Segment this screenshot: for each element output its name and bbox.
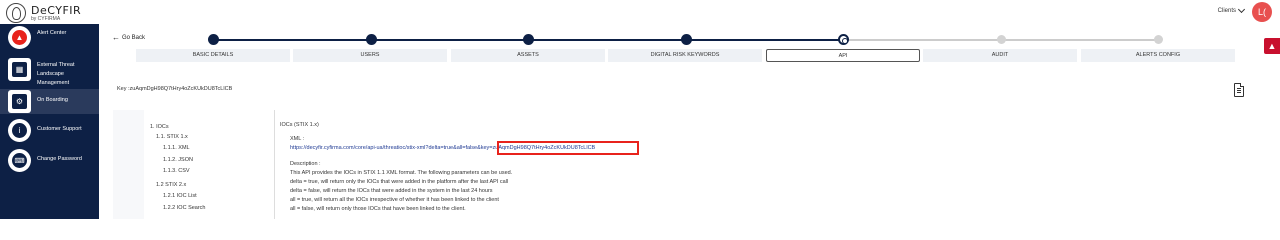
tree-item-iocs[interactable]: 1. IOCs bbox=[150, 124, 169, 130]
sidebar-item-onboarding[interactable]: ⚙ On Boarding bbox=[0, 89, 99, 114]
document-icon[interactable] bbox=[1234, 83, 1244, 97]
tab-assets[interactable]: ASSETS bbox=[451, 49, 605, 62]
tab-audit[interactable]: AUDIT bbox=[923, 49, 1077, 62]
brand-logo[interactable]: DeCYFIR by CYFIRMA bbox=[6, 3, 81, 23]
description-line: This API provides the IOCs in STIX 1.1 X… bbox=[290, 170, 513, 176]
clients-label: Clients bbox=[1217, 8, 1236, 14]
info-icon: i bbox=[8, 119, 31, 142]
api-tree: 1. IOCs 1.1. STIX 1.x 1.1.1. XML 1.1.2. … bbox=[144, 110, 274, 219]
go-back-button[interactable]: ← Go Back bbox=[112, 33, 145, 42]
alarm-bell-icon: ▲ bbox=[8, 26, 31, 49]
step-dot-audit[interactable] bbox=[997, 35, 1006, 44]
section-title: IOCs (STIX 1.x) bbox=[280, 122, 319, 128]
sidebar-item-label: External Threat Landscape Management bbox=[37, 62, 75, 86]
sidebar-item-label: Customer Support bbox=[37, 126, 82, 132]
tree-item-xml[interactable]: 1.1.1. XML bbox=[163, 145, 190, 151]
onboarding-icon: ⚙ bbox=[8, 90, 31, 113]
step-dot-users[interactable] bbox=[366, 34, 377, 45]
clients-dropdown[interactable]: Clients bbox=[1217, 5, 1246, 14]
keyboard-icon: ⌨ bbox=[8, 149, 31, 172]
tab-basic-details[interactable]: BASIC DETAILS bbox=[136, 49, 290, 62]
go-back-label: Go Back bbox=[122, 34, 146, 41]
sidebar-item-change-password[interactable]: ⌨ Change Password bbox=[0, 148, 99, 174]
api-key-text: Key :zuAqmDgH98Q7tHry4oZcKUkDU8TcLlCB bbox=[117, 86, 233, 92]
sidebar-item-label: Change Password bbox=[37, 156, 82, 162]
step-dot-digital-risk[interactable] bbox=[681, 34, 692, 45]
tree-item-stix2[interactable]: 1.2 STIX 2.x bbox=[156, 182, 186, 188]
tab-api[interactable]: API bbox=[766, 49, 920, 62]
tree-item-csv[interactable]: 1.1.3. CSV bbox=[163, 168, 190, 174]
tab-alerts-config[interactable]: ALERTS CONFIG bbox=[1081, 49, 1235, 62]
sidebar-item-external-threat[interactable]: ▦ External Threat Landscape Management bbox=[0, 54, 99, 90]
threat-landscape-icon: ▦ bbox=[8, 58, 31, 81]
step-dot-api[interactable] bbox=[838, 34, 849, 45]
tree-item-stix1[interactable]: 1.1. STIX 1.x bbox=[156, 134, 188, 140]
tree-item-json[interactable]: 1.1.2. JSON bbox=[163, 157, 193, 163]
description-label: Description : bbox=[290, 161, 321, 167]
xml-label: XML : bbox=[290, 136, 305, 142]
sidebar-item-label: On Boarding bbox=[37, 97, 68, 103]
cyfirma-logo-icon bbox=[6, 3, 26, 23]
step-dot-alerts-config[interactable] bbox=[1154, 35, 1163, 44]
description-line: all = true, will return all the IOCs irr… bbox=[290, 197, 499, 203]
top-bar: DeCYFIR by CYFIRMA Clients L( bbox=[0, 0, 1280, 24]
avatar[interactable]: L( bbox=[1252, 2, 1272, 22]
brand-name: DeCYFIR bbox=[31, 3, 82, 17]
api-key-highlight bbox=[497, 141, 639, 155]
sidebar-item-label: Alert Center bbox=[37, 30, 67, 36]
warning-icon[interactable]: ▲ bbox=[1264, 38, 1280, 54]
tree-item-ioc-list[interactable]: 1.2.1 IOC List bbox=[163, 193, 197, 199]
sidebar: ▲ Alert Center ▦ External Threat Landsca… bbox=[0, 24, 99, 219]
step-dot-basic-details[interactable] bbox=[208, 34, 219, 45]
sidebar-item-customer-support[interactable]: i Customer Support bbox=[0, 118, 99, 144]
description-line: delta = true, will return only the IOCs … bbox=[290, 179, 509, 185]
sidebar-item-alert-center[interactable]: ▲ Alert Center bbox=[0, 24, 99, 50]
tree-item-ioc-search[interactable]: 1.2.2 IOC Search bbox=[163, 205, 206, 211]
step-dot-assets[interactable] bbox=[523, 34, 534, 45]
chevron-down-icon bbox=[1237, 5, 1246, 14]
description-line: all = false, will return only those IOCs… bbox=[290, 206, 466, 212]
tab-digital-risk-keywords[interactable]: DIGITAL RISK KEYWORDS bbox=[608, 49, 762, 62]
tab-users[interactable]: USERS bbox=[293, 49, 447, 62]
description-line: delta = false, will return the IOCs that… bbox=[290, 188, 493, 194]
api-content: IOCs (STIX 1.x) XML : https://decyfir.cy… bbox=[274, 110, 1255, 219]
arrow-left-icon: ← bbox=[112, 33, 120, 42]
brand-tagline: by CYFIRMA bbox=[31, 15, 61, 22]
